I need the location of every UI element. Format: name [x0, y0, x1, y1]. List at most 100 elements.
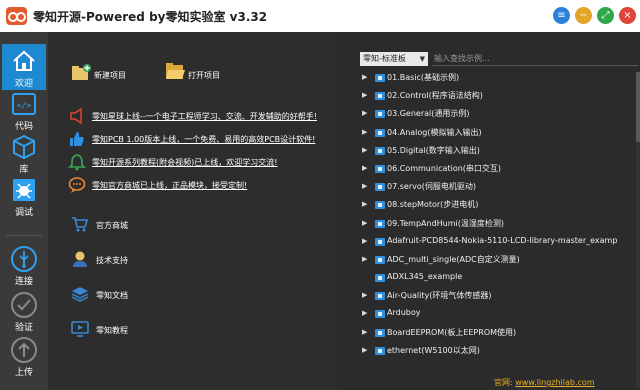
chevron-right-icon[interactable]: ▶: [362, 309, 367, 317]
thumbs-up-icon: [70, 132, 84, 146]
tree-item-label: ethernet(W5100以太网): [387, 345, 480, 355]
folder-icon: [375, 310, 385, 319]
chevron-right-icon[interactable]: ▶: [362, 146, 367, 154]
notice-item[interactable]: 零知开源系列教程(附会视频)已上线，欢迎学习交流!: [68, 153, 330, 171]
open-project-button[interactable]: 打开项目: [164, 62, 254, 86]
tree-item[interactable]: ▶ ADC_multi_single(ADC自定义测量): [356, 251, 632, 269]
tutorial-label: 零知教程: [96, 326, 128, 335]
notice-item[interactable]: 零知PCB 1.00版本上线，一个免费、易用的高效PCB设计软件!: [68, 130, 330, 148]
bug-icon: [13, 179, 35, 201]
tree-item-label: 04.Analog(模拟输入输出): [387, 127, 482, 137]
notice-item[interactable]: 零知官方商城已上线，正品模块，接受定制!: [68, 176, 330, 194]
tree-item-label: ADC_multi_single(ADC自定义测量): [387, 254, 520, 264]
chevron-right-icon[interactable]: ▶: [362, 128, 367, 136]
tree-item[interactable]: ▶ 01.Basic(基础示例): [356, 69, 632, 87]
folder-icon: [375, 237, 385, 246]
tree-item[interactable]: ▶ ethernet(W5100以太网): [356, 342, 632, 360]
tree-item-label: 06.Communication(串口交互): [387, 163, 502, 173]
chevron-right-icon[interactable]: ▶: [362, 237, 367, 245]
tech-support-link[interactable]: 技术支持: [70, 249, 270, 271]
board-select[interactable]: 零知-标准板 ▼: [360, 52, 428, 66]
folder-icon: [375, 110, 385, 119]
sidebar-item-label: 验证: [14, 323, 33, 333]
layers-icon: [71, 287, 89, 302]
tree-item-label: Adafruit-PCD8544-Nokia-5110-LCD-library-…: [387, 235, 618, 245]
tree-item[interactable]: ▶ 02.Control(程序语法结构): [356, 87, 632, 105]
docs-label: 零知文档: [96, 291, 128, 300]
tree-item[interactable]: ▶ 05.Digital(数字输入输出): [356, 142, 632, 160]
tree-item-label: Air-Quality(环境气体传感器): [387, 291, 492, 301]
sidebar: 欢迎 </> 代码 库 调试 连接 验证 上传: [0, 32, 48, 390]
chevron-right-icon[interactable]: ▶: [362, 109, 367, 117]
tutorial-link[interactable]: 零知教程: [70, 319, 270, 341]
sidebar-item-library[interactable]: 库: [2, 130, 46, 176]
chevron-right-icon[interactable]: ▶: [362, 91, 367, 99]
sidebar-item-welcome[interactable]: 欢迎: [2, 44, 46, 90]
notice-text[interactable]: 零知PCB 1.00版本上线，一个免费、易用的高效PCB设计软件!: [92, 134, 315, 145]
tree-item[interactable]: ▶ 09.TempAndHumi(温湿度检测): [356, 215, 632, 233]
cube-icon: [13, 134, 35, 160]
official-site: 官网: www.lingzhilab.com: [494, 377, 595, 388]
new-project-button[interactable]: 新建项目: [70, 62, 160, 86]
example-search-input[interactable]: [432, 52, 638, 66]
tree-item[interactable]: ▶ 06.Communication(串口交互): [356, 160, 632, 178]
scrollbar-thumb[interactable]: [636, 72, 640, 142]
close-button[interactable]: ×: [619, 7, 636, 24]
folder-icon: [375, 74, 385, 82]
folder-icon: [375, 92, 385, 101]
new-project-icon: [72, 64, 91, 80]
usb-icon: [11, 246, 37, 272]
sidebar-item-verify[interactable]: 验证: [2, 288, 46, 334]
chevron-right-icon[interactable]: ▶: [362, 182, 367, 190]
folder-icon: [375, 201, 385, 210]
tree-item[interactable]: ▶ 07.servo(伺服电机驱动): [356, 178, 632, 196]
folder-icon: [375, 255, 385, 264]
tree-item[interactable]: ▶ 08.stepMotor(步进电机): [356, 196, 632, 214]
official-site-link[interactable]: www.lingzhilab.com: [515, 378, 594, 387]
tree-item-label: BoardEEPROM(板上EEPROM使用): [387, 327, 517, 337]
tree-item-label: Arduboy: [387, 308, 421, 318]
tree-item-label: ADXL345_example: [387, 272, 463, 282]
chevron-right-icon[interactable]: ▶: [362, 200, 367, 208]
chevron-right-icon[interactable]: ▶: [362, 164, 367, 172]
notice-text[interactable]: 零知星球上线--一个电子工程师学习、交流、开发辅助的好帮手!: [92, 111, 317, 122]
chevron-right-icon[interactable]: ▶: [362, 73, 367, 81]
tree-item[interactable]: ▶ 03.General(通用示例): [356, 105, 632, 123]
check-circle-icon: [11, 292, 37, 318]
tree-item[interactable]: ▶ Arduboy: [356, 305, 632, 323]
notice-text[interactable]: 零知官方商城已上线，正品模块，接受定制!: [92, 180, 247, 191]
sidebar-divider: [6, 235, 42, 236]
tree-item-label: 01.Basic(基础示例): [387, 73, 460, 82]
minimize-button[interactable]: −: [575, 7, 592, 24]
chevron-right-icon[interactable]: ▶: [362, 219, 367, 227]
folder-icon: [375, 328, 385, 337]
sidebar-item-code[interactable]: </> 代码: [2, 87, 46, 133]
title-bar: 零知开源-Powered by零知实验室 v3.32 ≡ − ⤢ ×: [0, 0, 640, 32]
welcome-panel: 新建项目 打开项目 零知星球上线--一个电子工程师学习、交流、开发辅助的好帮手!…: [48, 32, 338, 390]
menu-button[interactable]: ≡: [553, 7, 570, 24]
tree-item[interactable]: ▶ Adafruit-PCD8544-Nokia-5110-LCD-library…: [356, 233, 632, 251]
chevron-right-icon[interactable]: ▶: [362, 328, 367, 336]
folder-icon: [375, 128, 385, 137]
official-store-link[interactable]: 官方商城: [70, 214, 270, 236]
folder-icon: [375, 164, 385, 173]
docs-link[interactable]: 零知文档: [70, 284, 270, 306]
sidebar-item-upload[interactable]: 上传: [2, 333, 46, 379]
tree-item[interactable]: ADXL345_example: [356, 269, 632, 287]
tree-item[interactable]: ▶ BoardEEPROM(板上EEPROM使用): [356, 324, 632, 342]
sidebar-item-debug[interactable]: 调试: [2, 173, 46, 219]
new-project-label: 新建项目: [94, 71, 126, 80]
maximize-button[interactable]: ⤢: [597, 7, 614, 24]
chevron-right-icon[interactable]: ▶: [362, 255, 367, 263]
tree-item[interactable]: ▶ 04.Analog(模拟输入输出): [356, 124, 632, 142]
folder-icon: [375, 183, 385, 192]
tree-item-label: 03.General(通用示例): [387, 109, 470, 119]
chevron-right-icon[interactable]: ▶: [362, 346, 367, 354]
home-icon: [13, 50, 35, 71]
chevron-right-icon[interactable]: ▶: [362, 291, 367, 299]
notice-text[interactable]: 零知开源系列教程(附会视频)已上线，欢迎学习交流!: [92, 157, 277, 168]
sidebar-item-connect[interactable]: 连接: [2, 242, 46, 288]
notice-item[interactable]: 零知星球上线--一个电子工程师学习、交流、开发辅助的好帮手!: [68, 107, 330, 125]
tree-item[interactable]: ▶ Air-Quality(环境气体传感器): [356, 287, 632, 305]
support-icon: [73, 251, 87, 267]
